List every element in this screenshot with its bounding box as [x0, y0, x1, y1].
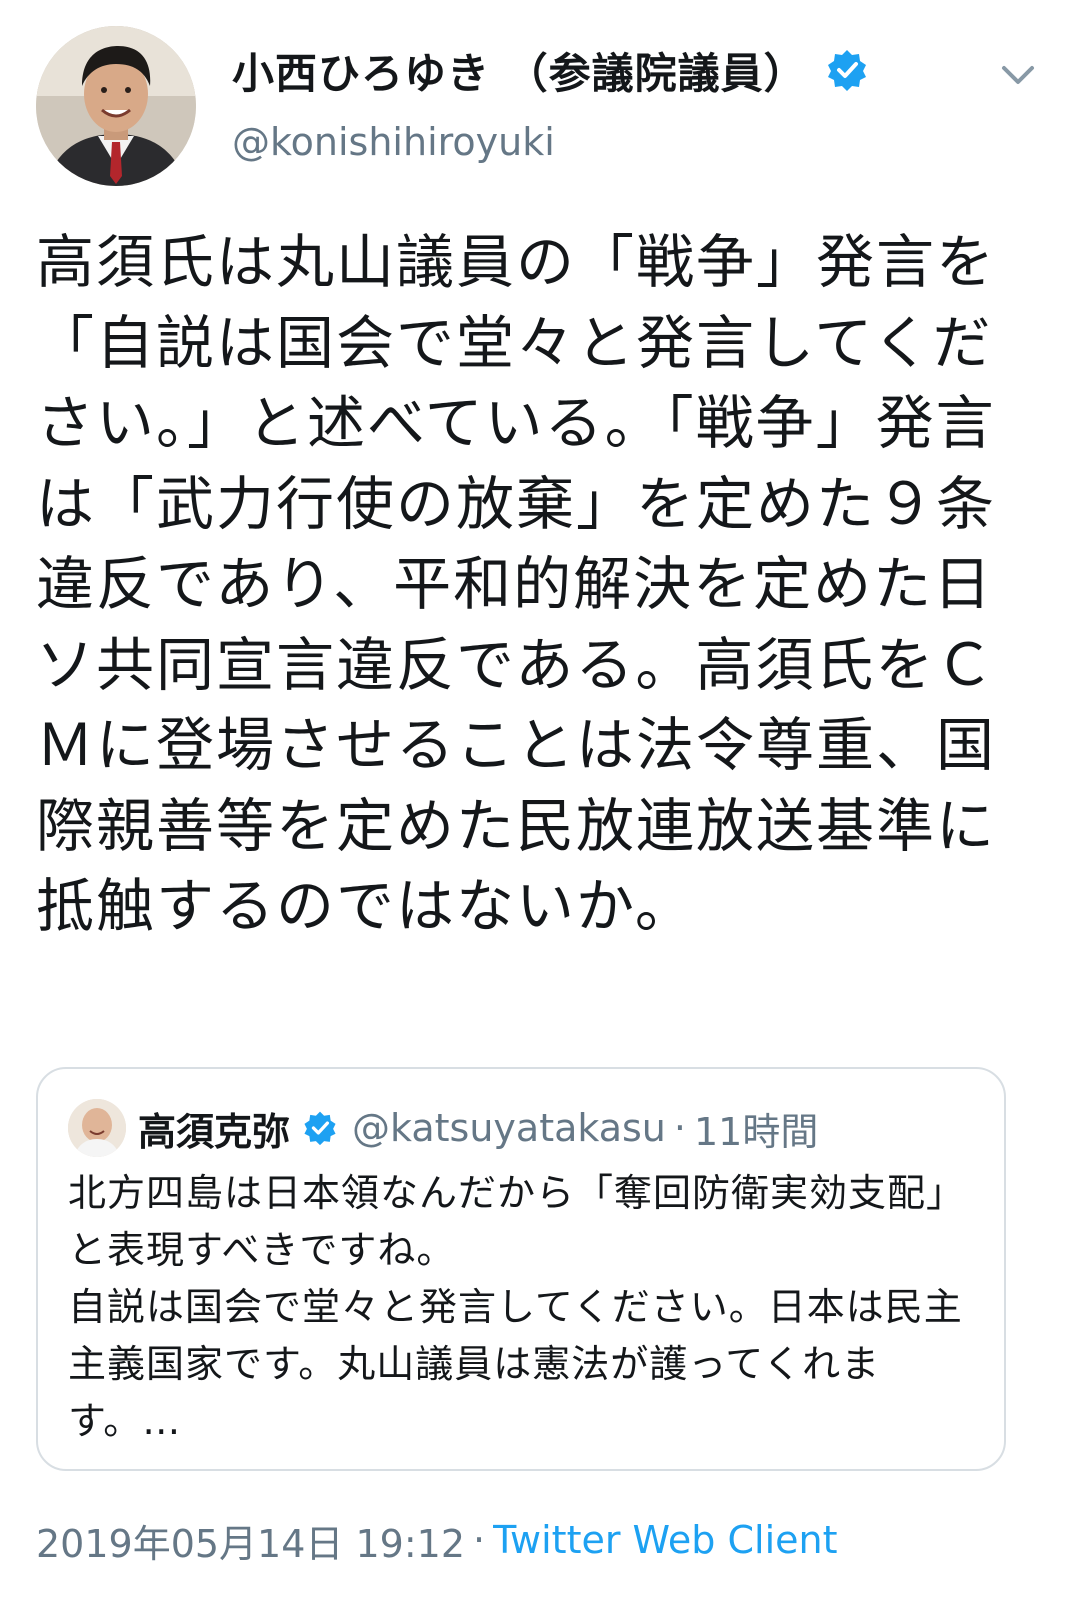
tweet-meta: 2019年05月14日 19:12 · Twitter Web Client	[36, 1510, 837, 1570]
tweet-detail: 小西ひろゆき （参議院議員） @konishihiroyuki 高須氏は丸山議員…	[0, 0, 1080, 1623]
tweet-timestamp[interactable]: 2019年05月14日 19:12	[36, 1513, 465, 1568]
verified-badge-icon	[302, 1110, 338, 1146]
quoted-tweet-text: 北方四島は日本領なんだから「奪回防衛実効支配」と表現すべきですね。 自説は国会で…	[68, 1171, 966, 1443]
quoted-author-name[interactable]: 高須克弥	[138, 1101, 290, 1156]
avatar-photo-icon	[68, 1099, 126, 1157]
author-handle[interactable]: @konishihiroyuki	[232, 120, 555, 164]
quoted-header-separator: ·	[673, 1106, 686, 1150]
author-avatar[interactable]	[36, 26, 196, 186]
meta-separator: ·	[473, 1518, 486, 1562]
quoted-author-handle[interactable]: @katsuyatakasu	[352, 1106, 666, 1150]
author-name-row[interactable]: 小西ひろゆき （参議院議員）	[232, 40, 869, 100]
tweet-text: 高須氏は丸山議員の「戦争」発言を「自説は国会で堂々と発言してください。」と述べて…	[36, 228, 997, 940]
quoted-tweet-time[interactable]: 11時間	[694, 1101, 818, 1156]
quoted-author-avatar[interactable]	[68, 1099, 126, 1157]
author-display-name[interactable]: 小西ひろゆき （参議院議員）	[232, 40, 807, 101]
quoted-tweet-header: 高須克弥 @katsuyatakasu · 11時間	[138, 1099, 818, 1157]
tweet-source-link[interactable]: Twitter Web Client	[493, 1518, 837, 1562]
verified-badge-icon	[825, 48, 869, 92]
avatar-photo-icon	[36, 26, 196, 186]
chevron-down-icon[interactable]	[996, 52, 1040, 96]
quoted-tweet-card[interactable]: 高須克弥 @katsuyatakasu · 11時間 北方四島は日本領なんだから…	[36, 1067, 1006, 1471]
